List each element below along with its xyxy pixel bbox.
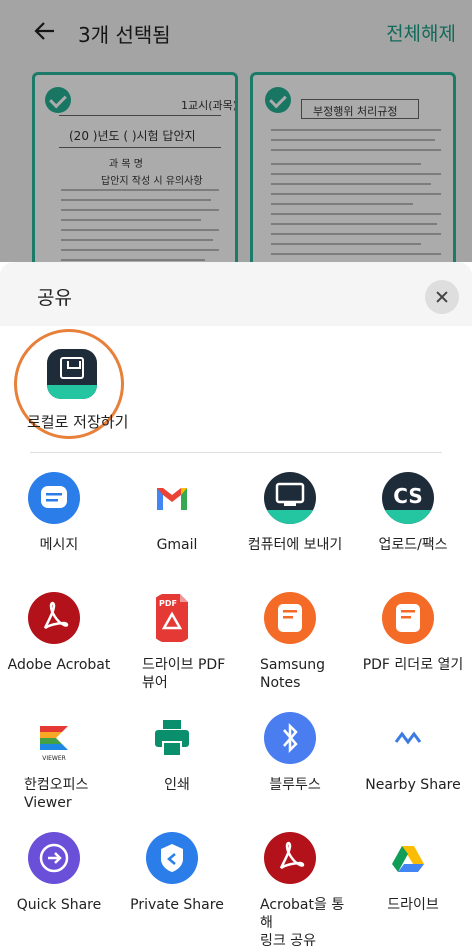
acrobat-link-icon	[264, 832, 316, 884]
share-target-label: 드라이브 PDF 뷰어	[142, 657, 226, 691]
share-target-hancom-viewer[interactable]: VIEWER 한컴오피스 Viewer	[0, 712, 118, 842]
share-target-label: Acrobat을 통해 링크 공유	[260, 897, 345, 946]
share-target-label: Samsung Notes	[260, 657, 326, 691]
share-target-pdf-reader[interactable]: PDF 리더로 열기	[354, 592, 472, 722]
share-target-private-share[interactable]: Private Share	[118, 832, 236, 946]
computer-icon	[264, 472, 316, 524]
share-target-samsung-notes[interactable]: Samsung Notes	[236, 592, 354, 722]
svg-text:PDF: PDF	[159, 599, 177, 608]
message-icon	[28, 472, 80, 524]
share-target-label: PDF 리더로 열기	[362, 657, 464, 673]
share-target-bluetooth[interactable]: 블루투스	[236, 712, 354, 842]
share-target-message[interactable]: 메시지	[0, 472, 118, 602]
share-target-label: 한컴오피스 Viewer	[24, 777, 89, 811]
share-target-nearby-share[interactable]: Nearby Share	[354, 712, 472, 842]
dim-overlay	[0, 0, 472, 262]
share-target-print[interactable]: 인쇄	[118, 712, 236, 842]
share-target-label: 업로드/팩스	[378, 537, 448, 553]
quick-share-icon	[28, 832, 80, 884]
share-target-label: Quick Share	[16, 897, 102, 913]
divider	[30, 452, 442, 453]
share-target-label: Adobe Acrobat	[7, 657, 111, 673]
share-target-acrobat[interactable]: Adobe Acrobat	[0, 592, 118, 722]
share-sheet: 공유 로컬로 저장하기 메시지 Gmail 컴퓨터에 보내기 CS 업로드/팩스 Adob…	[0, 262, 472, 946]
nearby-share-icon	[382, 712, 434, 764]
share-target-label: Gmail	[156, 537, 198, 553]
save-locally-label: 로컬로 저장하기	[27, 413, 129, 431]
share-target-gmail[interactable]: Gmail	[118, 472, 236, 602]
svg-text:VIEWER: VIEWER	[42, 755, 66, 762]
pdf-reader-icon	[382, 592, 434, 644]
share-target-label: 컴퓨터에 보내기	[247, 537, 343, 553]
share-target-drive-pdf[interactable]: PDF 드라이브 PDF 뷰어	[118, 592, 236, 722]
print-icon	[146, 712, 198, 764]
share-target-label: 메시지	[39, 537, 79, 553]
share-target-computer[interactable]: 컴퓨터에 보내기	[236, 472, 354, 602]
camscanner-icon: CS	[382, 472, 434, 524]
bluetooth-icon	[264, 712, 316, 764]
share-target-label: 블루투스	[269, 777, 321, 793]
share-sheet-title: 공유	[37, 287, 72, 309]
drive-pdf-icon: PDF	[146, 592, 198, 644]
acrobat-icon	[28, 592, 80, 644]
share-target-acrobat-link[interactable]: Acrobat을 통해 링크 공유	[236, 832, 354, 946]
save-locally-button[interactable]: 로컬로 저장하기	[14, 329, 130, 443]
share-target-label: Nearby Share	[365, 777, 461, 793]
document-list-screen: 3개 선택됨 전체해제 1교시(과목) (20 )년도 ( )시험 답안지 과 …	[0, 0, 472, 262]
svg-text:CS: CS	[393, 484, 422, 508]
google-drive-icon	[382, 832, 434, 884]
gmail-icon	[146, 472, 198, 524]
share-target-label: 인쇄	[164, 777, 190, 793]
share-target-google-drive[interactable]: 드라이브	[354, 832, 472, 946]
share-target-camscanner[interactable]: CS 업로드/팩스	[354, 472, 472, 602]
share-target-label: Private Share	[130, 897, 224, 913]
hancom-viewer-icon: VIEWER	[28, 712, 80, 764]
share-sheet-header: 공유	[0, 262, 472, 326]
private-share-icon	[146, 832, 198, 884]
close-button[interactable]	[425, 280, 459, 314]
share-target-quick-share[interactable]: Quick Share	[0, 832, 118, 946]
share-target-label: 드라이브	[387, 897, 439, 913]
samsung-notes-icon	[264, 592, 316, 644]
